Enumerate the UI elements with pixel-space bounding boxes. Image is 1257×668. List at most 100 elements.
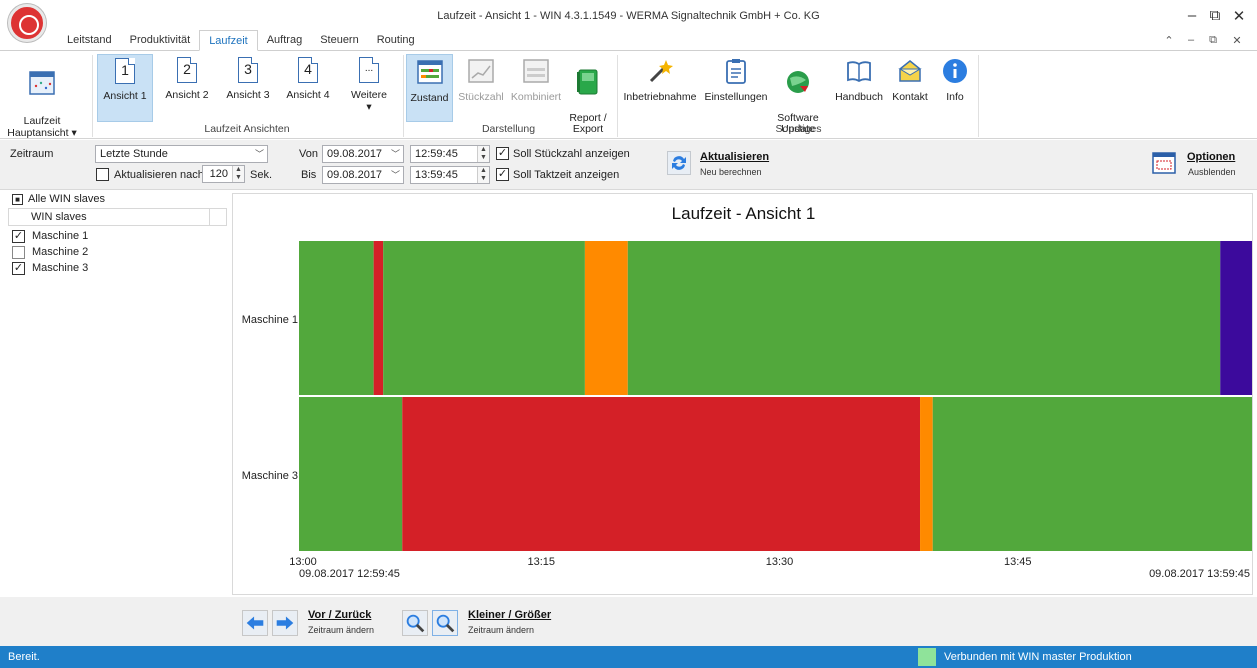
ansicht-4-button[interactable]: 4 Ansicht 4 (280, 54, 336, 122)
x-end-label: 09.08.2017 13:59:45 (1149, 568, 1250, 580)
alle-slaves-checkbox[interactable]: ■ (12, 194, 23, 205)
zustand-button[interactable]: Zustand (406, 54, 453, 122)
ansicht-1-button[interactable]: 1 Ansicht 1 (97, 54, 153, 122)
kontakt-button[interactable]: Kontakt (887, 54, 933, 122)
software-update-button[interactable]: Software Update (773, 54, 823, 135)
slave-3-checkbox[interactable]: ✓ (12, 262, 25, 275)
interval-stepper[interactable]: 120 ▲ ▼ (202, 165, 245, 183)
hauptansicht-button[interactable]: Laufzeit Hauptansicht ▾ (6, 54, 78, 139)
stueckzahl-button[interactable]: Stückzahl (456, 54, 506, 122)
book-icon (847, 61, 871, 83)
list-item[interactable]: ✓ Maschine 1 (8, 229, 227, 245)
zustand-icon (416, 60, 443, 84)
einstellungen-label: Einstellungen (704, 91, 768, 103)
zeitraum-select[interactable]: Letzte Stunde ﹀ (95, 145, 268, 163)
tab-laufzeit[interactable]: Laufzeit (199, 30, 258, 51)
bis-time-value: 13:59:45 (415, 169, 458, 181)
soll-stueckzahl-checkbox[interactable]: ✓ (496, 147, 509, 160)
bis-date-value: 09.08.2017 (327, 169, 383, 181)
mdi-close-icon[interactable]: ✕ (1228, 34, 1246, 47)
list-item[interactable]: Maschine 2 (8, 245, 227, 261)
mdi-restore-icon[interactable]: ⧉ (1204, 34, 1222, 47)
arrow-right-icon[interactable] (272, 610, 298, 636)
ansicht-3-button[interactable]: 3 Ansicht 3 (220, 54, 276, 122)
group-laufzeit-ansichten: Laufzeit Ansichten (204, 123, 290, 135)
chevron-down-icon: ﹀ (254, 149, 264, 159)
slave-1-checkbox[interactable]: ✓ (12, 230, 25, 243)
bis-time-input[interactable]: 13:59:45 ▲ ▼ (410, 166, 490, 184)
bis-date-picker[interactable]: 09.08.2017 ﹀ (322, 166, 404, 184)
row-label: Maschine 1 (242, 314, 298, 326)
ansicht-2-label: Ansicht 2 (165, 89, 209, 101)
timeline-segment (299, 397, 403, 551)
vor-zurueck-button[interactable]: Vor / Zurück (308, 609, 371, 621)
column-header-win-slaves[interactable]: WIN slaves (31, 211, 87, 223)
column-divider[interactable] (209, 209, 210, 225)
ansicht-2-button[interactable]: 2 Ansicht 2 (159, 54, 215, 122)
tab-auftrag[interactable]: Auftrag (258, 30, 311, 51)
von-date-value: 09.08.2017 (327, 148, 383, 160)
window-title: Laufzeit - Ansicht 1 - WIN 4.3.1.1549 - … (437, 10, 820, 22)
chart-panel: Laufzeit - Ansicht 1 Maschine 1 Maschine … (232, 193, 1253, 595)
contact-card-icon (898, 60, 922, 82)
minimize-icon[interactable]: – (1181, 7, 1203, 24)
soll-stueckzahl-label: Soll Stückzahl anzeigen (513, 148, 630, 160)
close-icon[interactable]: ✕ (1228, 7, 1250, 25)
stepper-arrows-icon[interactable]: ▲ ▼ (477, 146, 489, 162)
handbuch-label: Handbuch (835, 91, 883, 103)
timeline-segment (402, 397, 921, 551)
optionen-sub: Ausblenden (1188, 167, 1236, 177)
refresh-icon[interactable] (667, 151, 691, 175)
zeitraum-value: Letzte Stunde (100, 148, 168, 160)
group-darstellung: Darstellung (481, 123, 536, 135)
options-window-icon[interactable] (1152, 151, 1176, 175)
report-export-button[interactable]: Report / Export (565, 54, 611, 135)
einstellungen-button[interactable]: Einstellungen (700, 54, 772, 122)
tab-produktivitaet[interactable]: Produktivität (121, 30, 200, 51)
aktualisieren-checkbox[interactable] (96, 168, 109, 181)
x-tick-label: 13:45 (1004, 556, 1032, 568)
kleiner-groesser-button[interactable]: Kleiner / Größer (468, 609, 551, 621)
timeline-segment (373, 241, 384, 395)
kontakt-label: Kontakt (892, 91, 928, 103)
magic-wand-icon (649, 60, 673, 83)
slave-2-checkbox[interactable] (12, 246, 25, 259)
zoom-in-icon[interactable] (432, 610, 458, 636)
aktualisieren-nach-label: Aktualisieren nach (114, 169, 204, 181)
arrow-left-icon[interactable] (242, 610, 268, 636)
list-item[interactable]: ✓ Maschine 3 (8, 261, 227, 277)
aktualisieren-button[interactable]: Aktualisieren (700, 151, 769, 163)
page-3-icon: 3 (238, 57, 258, 83)
soll-taktzeit-checkbox[interactable]: ✓ (496, 168, 509, 181)
von-date-picker[interactable]: 09.08.2017 ﹀ (322, 145, 404, 163)
status-text: Bereit. (8, 651, 40, 663)
handbuch-button[interactable]: Handbuch (833, 54, 885, 122)
page-more-icon: ... (359, 57, 379, 83)
mdi-minimize-icon[interactable]: – (1182, 34, 1200, 46)
ansicht-3-label: Ansicht 3 (226, 89, 270, 101)
connection-status: Verbunden mit WIN master Produktion (944, 651, 1132, 663)
ansicht-4-label: Ansicht 4 (286, 89, 330, 101)
stepper-arrows-icon[interactable]: ▲ ▼ (232, 166, 244, 182)
inbetriebnahme-button[interactable]: Inbetriebnahme (622, 54, 698, 122)
timeline-segment (299, 241, 374, 395)
weitere-button[interactable]: ... Weitere ▾ (341, 54, 397, 122)
optionen-button[interactable]: Optionen (1187, 151, 1235, 163)
kombiniert-button[interactable]: Kombiniert (508, 54, 564, 122)
info-button[interactable]: Info (935, 54, 975, 122)
stepper-arrows-icon[interactable]: ▲ ▼ (477, 167, 489, 183)
ribbon: Laufzeit Hauptansicht ▾ 1 Ansicht 1 2 An… (0, 50, 1257, 139)
ribbon-separator (403, 55, 404, 137)
tab-routing[interactable]: Routing (368, 30, 424, 51)
restore-icon[interactable]: ⧉ (1204, 7, 1226, 24)
tab-steuern[interactable]: Steuern (311, 30, 368, 51)
collapse-ribbon-icon[interactable]: ⌃ (1160, 34, 1178, 47)
slave-list-panel: ■ Alle WIN slaves WIN slaves ✓ Maschine … (8, 192, 227, 596)
tab-leitstand[interactable]: Leitstand (58, 30, 121, 51)
inbetriebnahme-label: Inbetriebnahme (623, 91, 697, 103)
von-time-input[interactable]: 12:59:45 ▲ ▼ (410, 145, 490, 163)
connection-indicator (918, 648, 936, 666)
slave-3-label: Maschine 3 (32, 262, 89, 274)
zoom-out-icon[interactable] (402, 610, 428, 636)
von-time-value: 12:59:45 (415, 148, 458, 160)
